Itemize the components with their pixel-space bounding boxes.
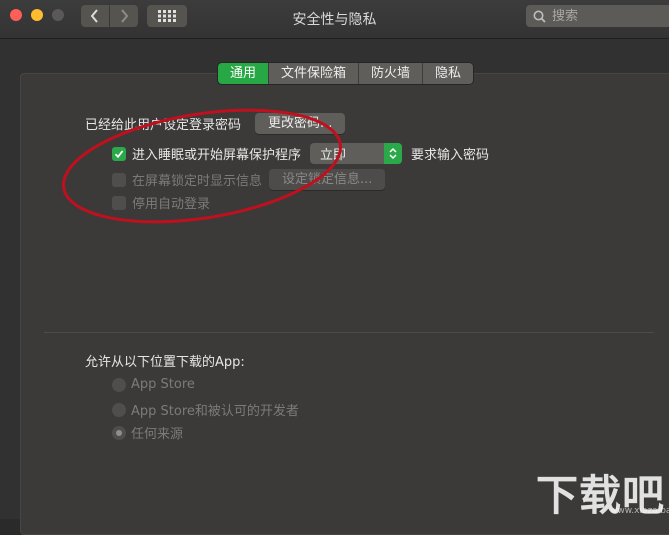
radio-anywhere[interactable] — [112, 425, 126, 440]
radio-identified-developers[interactable] — [112, 402, 126, 417]
downloads-label-row: 允许从以下位置下载的App: — [85, 351, 245, 370]
radio-app-store[interactable] — [112, 377, 126, 392]
download-option-identified: App Store和被认可的开发者 — [112, 400, 299, 419]
red-annotation-ellipse — [61, 108, 343, 224]
radio-app-store-label: App Store — [131, 377, 195, 392]
tab-firewall[interactable]: 防火墙 — [359, 63, 424, 84]
radio-identified-developers-label: App Store和被认可的开发者 — [131, 404, 299, 419]
preferences-window: 安全性与隐私 通用 文件保险箱 防火墙 隐私 已经给此用户设定登录密码 更改密码… — [0, 0, 669, 535]
search-input[interactable] — [550, 7, 664, 25]
tab-filevault[interactable]: 文件保险箱 — [269, 63, 360, 84]
downloads-label: 允许从以下位置下载的App: — [85, 355, 245, 370]
radio-anywhere-label: 任何来源 — [131, 427, 184, 442]
require-password-label: 要求输入密码 — [411, 148, 490, 163]
tab-bar: 通用 文件保险箱 防火墙 隐私 — [218, 63, 474, 84]
watermark-url: www.xiazaiba.com — [610, 506, 669, 516]
search-field[interactable] — [526, 5, 669, 27]
search-icon — [533, 10, 546, 23]
download-option-anywhere: 任何来源 — [112, 423, 183, 442]
tab-privacy[interactable]: 隐私 — [423, 63, 474, 84]
title-bar: 安全性与隐私 — [0, 0, 669, 39]
tab-general[interactable]: 通用 — [218, 63, 270, 84]
section-divider — [44, 332, 654, 333]
download-option-app-store: App Store — [112, 377, 195, 392]
select-arrows-icon — [384, 143, 403, 164]
